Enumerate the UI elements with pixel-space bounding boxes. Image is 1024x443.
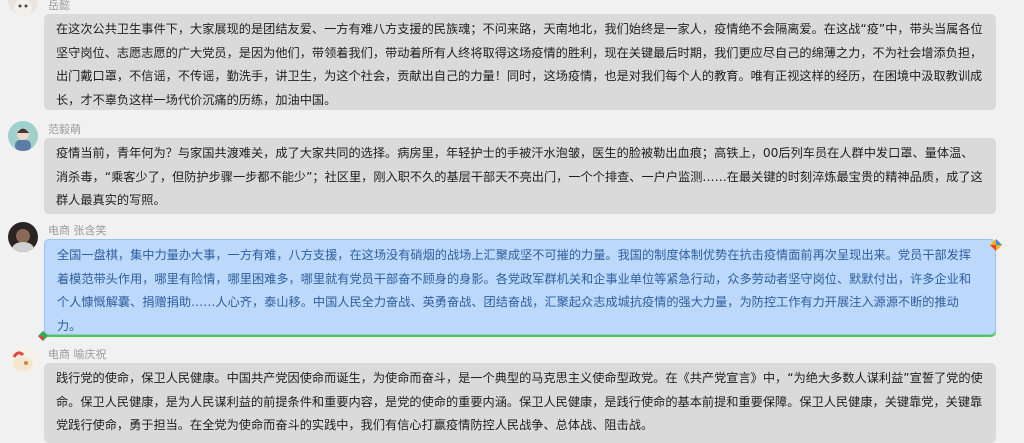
message-bubble[interactable]: 在这次公共卫生事件下，大家展现的是团结友爱、一方有难八方支援的民族魂；不问来路，… [44,14,996,110]
kite-decoration-icon [990,236,1002,251]
scrollbar-track[interactable] [1012,0,1024,422]
kite-decoration-icon [38,326,48,341]
message-bubble[interactable]: 疫情当前，青年何为？与家国共渡难关，成了大家共同的选择。病房里，年轻护士的手被汗… [44,138,996,214]
sender-name: 岳懿 [48,0,70,12]
avatar[interactable] [8,345,38,375]
message-bubble[interactable]: 践行党的使命，保卫人民健康。中国共产党因使命而诞生，为使命而奋斗，是一个典型的马… [44,363,996,443]
sender-name: 电商 张含笑 [48,224,107,237]
avatar[interactable] [8,222,38,252]
message-bubble[interactable]: 全国一盘棋，集中力量办大事，一方有难，八方支援，在这场没有硝烟的战场上汇聚成坚不… [44,239,996,335]
avatar[interactable] [8,121,38,151]
sender-name: 范毅萌 [48,123,81,136]
avatar[interactable] [8,0,38,16]
sender-name: 电商 喻庆祝 [48,348,107,361]
